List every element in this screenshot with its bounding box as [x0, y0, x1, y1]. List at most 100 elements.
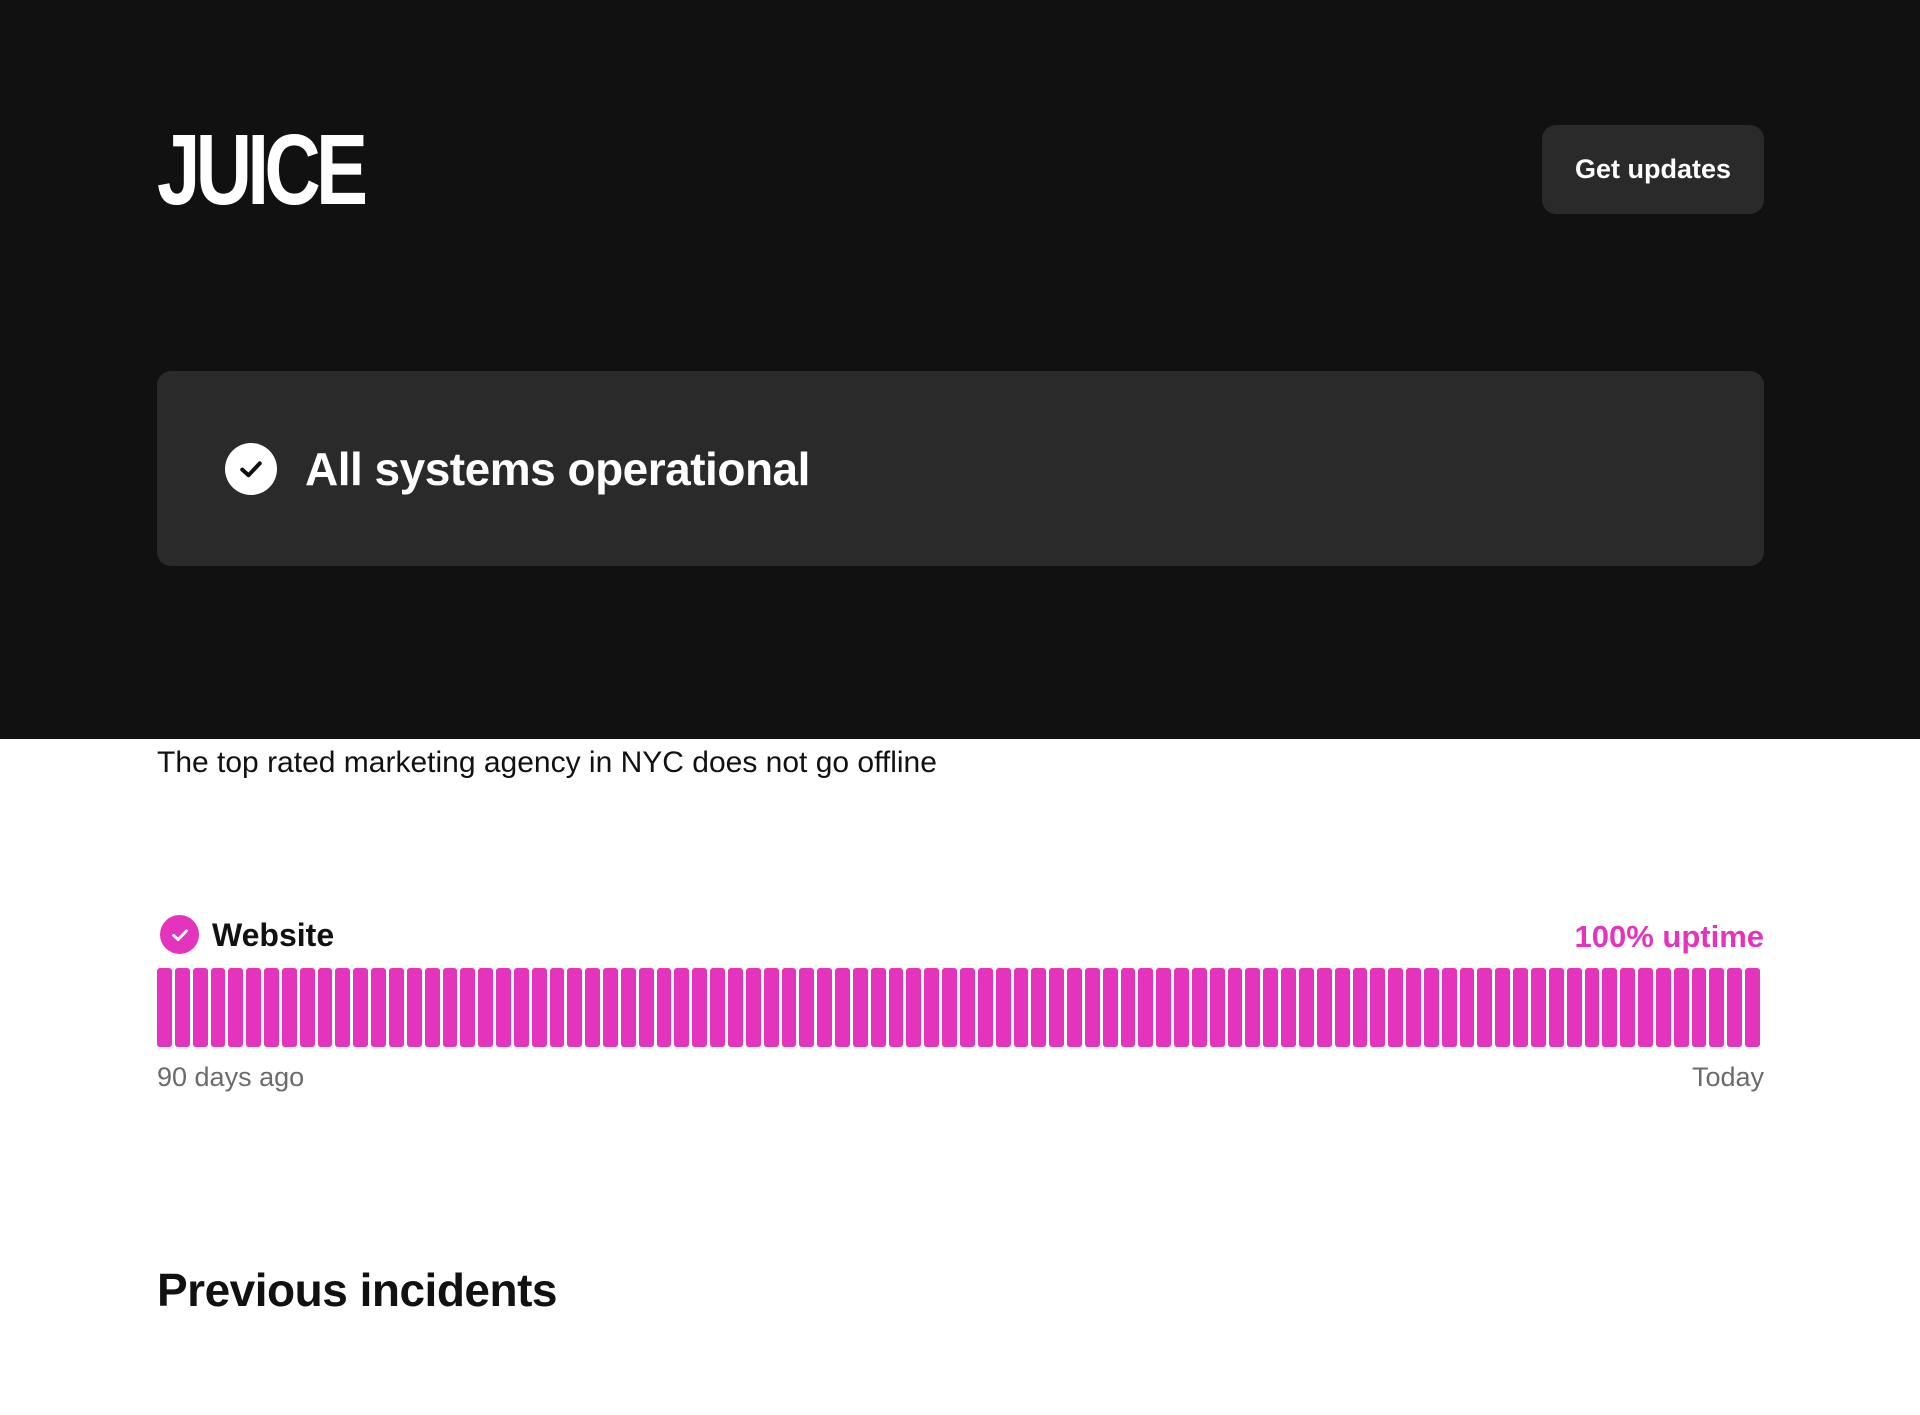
uptime-day-bar[interactable]: [745, 968, 761, 1047]
uptime-day-bar[interactable]: [1191, 968, 1207, 1047]
uptime-day-bar[interactable]: [1334, 968, 1350, 1047]
uptime-day-bar[interactable]: [1316, 968, 1332, 1047]
uptime-day-bar[interactable]: [1709, 968, 1725, 1047]
uptime-day-bar[interactable]: [1441, 968, 1457, 1047]
uptime-day-bar[interactable]: [1174, 968, 1189, 1047]
uptime-day-bar[interactable]: [1459, 968, 1475, 1047]
uptime-day-bar[interactable]: [1638, 968, 1653, 1047]
uptime-day-bar[interactable]: [1620, 968, 1636, 1047]
uptime-day-bar[interactable]: [888, 968, 904, 1047]
uptime-day-bar[interactable]: [674, 968, 690, 1047]
uptime-day-bar[interactable]: [870, 968, 886, 1047]
uptime-day-bar[interactable]: [959, 968, 975, 1047]
uptime-day-bar[interactable]: [496, 968, 511, 1047]
uptime-day-bar[interactable]: [157, 968, 172, 1047]
hero-header: JUICE Get updates All systems operationa…: [0, 0, 1920, 739]
uptime-day-bar[interactable]: [353, 968, 369, 1047]
uptime-day-bar[interactable]: [728, 968, 743, 1047]
uptime-day-bar[interactable]: [906, 968, 922, 1047]
uptime-day-bar[interactable]: [406, 968, 422, 1047]
uptime-day-bar[interactable]: [1477, 968, 1493, 1047]
system-status-message: All systems operational: [305, 443, 810, 495]
check-circle-icon: [160, 915, 199, 954]
uptime-day-bar[interactable]: [585, 968, 601, 1047]
system-status-card: All systems operational: [157, 371, 1764, 566]
uptime-day-bar[interactable]: [317, 968, 333, 1047]
uptime-day-bar[interactable]: [1263, 968, 1279, 1047]
uptime-day-bar[interactable]: [424, 968, 440, 1047]
uptime-day-bar[interactable]: [692, 968, 708, 1047]
uptime-day-bar[interactable]: [1745, 968, 1760, 1047]
uptime-day-bar[interactable]: [1209, 968, 1225, 1047]
uptime-day-bar[interactable]: [942, 968, 957, 1047]
uptime-day-bar[interactable]: [835, 968, 850, 1047]
uptime-day-bar[interactable]: [513, 968, 529, 1047]
uptime-day-bar[interactable]: [246, 968, 262, 1047]
uptime-day-bar[interactable]: [174, 968, 190, 1047]
uptime-day-bar[interactable]: [710, 968, 725, 1047]
uptime-day-bar[interactable]: [1548, 968, 1564, 1047]
uptime-day-bar[interactable]: [799, 968, 815, 1047]
uptime-day-bar[interactable]: [442, 968, 458, 1047]
uptime-day-bar[interactable]: [1530, 968, 1546, 1047]
uptime-day-bar[interactable]: [1388, 968, 1404, 1047]
get-updates-button[interactable]: Get updates: [1542, 125, 1764, 214]
uptime-day-bar[interactable]: [1013, 968, 1029, 1047]
uptime-day-bar[interactable]: [1138, 968, 1154, 1047]
uptime-day-bar[interactable]: [1406, 968, 1421, 1047]
uptime-day-bar[interactable]: [1281, 968, 1296, 1047]
page-tagline: The top rated marketing agency in NYC do…: [157, 746, 937, 779]
check-circle-icon: [225, 443, 277, 495]
uptime-day-bar[interactable]: [1423, 968, 1439, 1047]
uptime-day-bar[interactable]: [531, 968, 547, 1047]
uptime-day-bar[interactable]: [1031, 968, 1047, 1047]
component-name: Website: [212, 916, 335, 953]
uptime-day-bar[interactable]: [763, 968, 779, 1047]
uptime-day-bar[interactable]: [388, 968, 404, 1047]
uptime-day-bar[interactable]: [817, 968, 833, 1047]
uptime-day-bar[interactable]: [478, 968, 494, 1047]
uptime-day-bar[interactable]: [1084, 968, 1100, 1047]
uptime-day-bar[interactable]: [1299, 968, 1314, 1047]
uptime-day-bar[interactable]: [1370, 968, 1386, 1047]
uptime-day-bar[interactable]: [977, 968, 993, 1047]
uptime-day-bar[interactable]: [1513, 968, 1528, 1047]
uptime-day-bar[interactable]: [995, 968, 1011, 1047]
uptime-day-bar[interactable]: [1727, 968, 1743, 1047]
uptime-day-bar[interactable]: [1120, 968, 1136, 1047]
uptime-day-bar[interactable]: [1566, 968, 1582, 1047]
uptime-day-bar[interactable]: [638, 968, 654, 1047]
uptime-day-bar[interactable]: [1245, 968, 1261, 1047]
uptime-day-bar[interactable]: [371, 968, 386, 1047]
uptime-day-bar[interactable]: [656, 968, 672, 1047]
uptime-day-bar[interactable]: [228, 968, 244, 1047]
uptime-day-bar[interactable]: [1691, 968, 1707, 1047]
uptime-day-bar[interactable]: [1102, 968, 1118, 1047]
uptime-day-bar[interactable]: [620, 968, 636, 1047]
uptime-day-bar[interactable]: [1602, 968, 1618, 1047]
uptime-day-bar[interactable]: [1495, 968, 1511, 1047]
uptime-day-bar[interactable]: [281, 968, 297, 1047]
uptime-day-bar[interactable]: [1049, 968, 1065, 1047]
uptime-day-bar[interactable]: [1673, 968, 1689, 1047]
uptime-day-bar[interactable]: [335, 968, 351, 1047]
uptime-day-bar[interactable]: [264, 968, 279, 1047]
juice-logo[interactable]: JUICE: [157, 120, 368, 220]
uptime-day-bar[interactable]: [210, 968, 226, 1047]
uptime-day-bar[interactable]: [603, 968, 618, 1047]
previous-incidents-heading: Previous incidents: [157, 1264, 558, 1316]
uptime-day-bar[interactable]: [1067, 968, 1082, 1047]
uptime-day-bar[interactable]: [1352, 968, 1368, 1047]
uptime-day-bar[interactable]: [1655, 968, 1671, 1047]
uptime-day-bar[interactable]: [192, 968, 208, 1047]
uptime-day-bar[interactable]: [567, 968, 583, 1047]
uptime-day-bar[interactable]: [549, 968, 565, 1047]
uptime-day-bar[interactable]: [460, 968, 476, 1047]
uptime-day-bar[interactable]: [1584, 968, 1600, 1047]
uptime-day-bar[interactable]: [299, 968, 315, 1047]
uptime-day-bar[interactable]: [1156, 968, 1172, 1047]
uptime-day-bar[interactable]: [924, 968, 940, 1047]
uptime-day-bar[interactable]: [852, 968, 868, 1047]
uptime-day-bar[interactable]: [1227, 968, 1243, 1047]
uptime-day-bar[interactable]: [781, 968, 797, 1047]
